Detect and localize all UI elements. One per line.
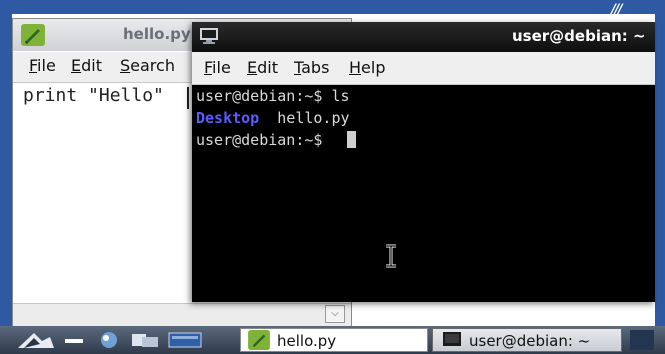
editor-window-title: hello.py: [123, 25, 191, 43]
taskbar-editor-label: hello.py: [277, 332, 337, 350]
editor-menu-search-mnemonic: S: [120, 56, 131, 75]
editor-menu-file-mnemonic: F: [29, 56, 38, 75]
terminal-window[interactable]: user@debian: ~ File Edit Tabs Help user@…: [192, 22, 655, 302]
editor-menu-file-label: ile: [37, 56, 56, 75]
taskbar-terminal-label: user@debian: ~: [469, 332, 591, 350]
web-browser-icon[interactable]: [94, 331, 124, 349]
start-menu-icon[interactable]: [16, 331, 56, 349]
terminal-menu-edit-mnemonic: E: [247, 58, 258, 77]
terminal-menu-file-mnemonic: F: [204, 58, 213, 77]
terminal-menu-file-label: ile: [212, 58, 231, 77]
terminal-menu-help-mnemonic: H: [349, 58, 362, 77]
editor-text-caret: [187, 87, 189, 109]
leaf-pencil-icon: [248, 330, 270, 350]
terminal-titlebar[interactable]: user@debian: ~: [192, 22, 655, 52]
terminal-menu-edit[interactable]: Edit: [247, 58, 278, 77]
scroll-down-icon[interactable]: ⌵: [325, 305, 345, 323]
editor-bottom-strip: ⌵: [13, 303, 351, 326]
minimize-all-icon[interactable]: [62, 331, 86, 349]
terminal-menu-help-label: elp: [361, 58, 386, 77]
taskbar-button-terminal[interactable]: user@debian: ~: [432, 328, 622, 352]
terminal-screen[interactable]: user@debian:~$ ls Desktop hello.py user@…: [192, 85, 655, 302]
terminal-icon: [200, 28, 218, 44]
terminal-file-entry: hello.py: [259, 109, 350, 127]
terminal-window-title: user@debian: ~: [512, 27, 646, 45]
terminal-menubar: File Edit Tabs Help: [192, 52, 655, 85]
terminal-menu-help[interactable]: Help: [349, 58, 385, 77]
terminal-menu-edit-label: dit: [257, 58, 278, 77]
file-manager-icon[interactable]: [130, 331, 160, 349]
terminal-line-command: user@debian:~$ ls: [196, 87, 350, 105]
terminal-line-listing: Desktop hello.py: [196, 109, 350, 127]
desktop-background-left: [0, 0, 12, 326]
taskbar-button-editor[interactable]: hello.py: [240, 328, 428, 352]
taskbar: hello.py user@debian: ~: [0, 326, 665, 354]
terminal-menu-file[interactable]: File: [204, 58, 231, 77]
editor-menu-search-label: earch: [130, 56, 175, 75]
terminal-directory-entry: Desktop: [196, 109, 260, 127]
terminal-menu-tabs-label: abs: [301, 58, 330, 77]
editor-menu-file[interactable]: File: [29, 56, 56, 75]
terminal-menu-tabs[interactable]: Tabs: [294, 58, 329, 77]
desktop-wallpaper-mark: ///: [610, 0, 622, 19]
leaf-pencil-icon: [21, 24, 45, 46]
terminal-icon: [443, 332, 461, 346]
terminal-line-prompt: user@debian:~$: [196, 131, 332, 149]
editor-code-line: print "Hello": [23, 85, 164, 106]
system-tray[interactable]: [630, 330, 654, 350]
editor-menu-edit-label: dit: [81, 56, 102, 75]
editor-menu-edit-mnemonic: E: [71, 56, 82, 75]
ibeam-cursor-icon: [386, 244, 396, 268]
terminal-cursor: [347, 131, 356, 148]
desktop-background-top: [0, 0, 665, 14]
desktop-switcher-icon[interactable]: [168, 331, 202, 349]
desktop-background-right: [655, 0, 665, 326]
editor-menu-edit[interactable]: Edit: [71, 56, 102, 75]
editor-menu-search[interactable]: Search: [120, 56, 175, 75]
